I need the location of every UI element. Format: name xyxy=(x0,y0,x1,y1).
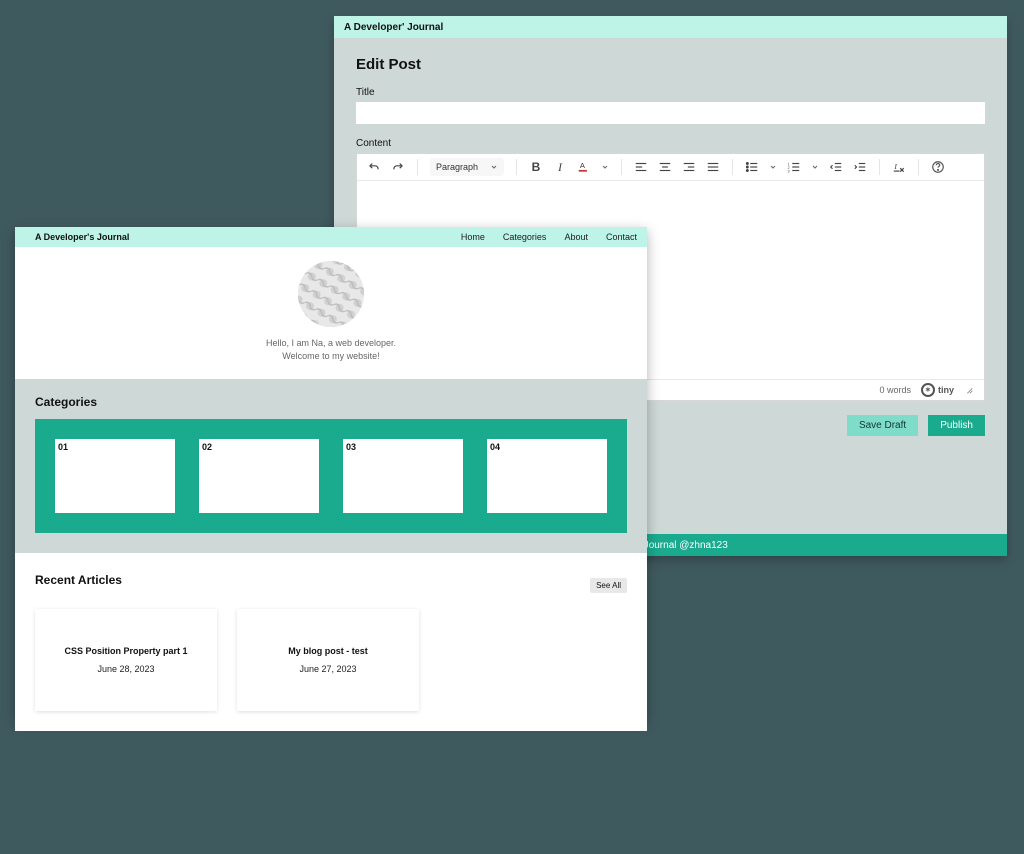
toolbar-separator xyxy=(879,159,880,175)
indent-icon[interactable] xyxy=(853,160,867,174)
edit-footer-text: 's Journal @zhna123 xyxy=(634,540,728,551)
tiny-logo: ✶ tiny xyxy=(921,383,954,397)
edit-titlebar-text: A Developer' Journal xyxy=(344,22,443,33)
edit-titlebar: A Developer' Journal xyxy=(334,16,1007,38)
resize-handle-icon[interactable] xyxy=(964,385,974,395)
blog-header: A Developer's Journal Home Categories Ab… xyxy=(15,227,647,247)
categories-section: Categories 01 02 03 04 xyxy=(15,379,647,553)
paragraph-select-label: Paragraph xyxy=(436,162,478,172)
hero-section: Hello, I am Na, a web developer. Welcome… xyxy=(15,247,647,379)
bold-icon[interactable]: B xyxy=(529,160,543,174)
categories-strip: 01 02 03 04 xyxy=(35,419,627,533)
toolbar-separator xyxy=(732,159,733,175)
article-title: CSS Position Property part 1 xyxy=(64,646,187,656)
recent-articles-heading: Recent Articles xyxy=(35,573,122,587)
article-date: June 28, 2023 xyxy=(97,664,154,674)
category-card[interactable]: 02 xyxy=(199,439,319,513)
undo-icon[interactable] xyxy=(367,160,381,174)
align-center-icon[interactable] xyxy=(658,160,672,174)
editor-toolbar: Paragraph B I A xyxy=(357,154,984,181)
title-input[interactable] xyxy=(356,102,985,124)
chevron-down-icon[interactable] xyxy=(769,163,777,171)
article-card[interactable]: CSS Position Property part 1 June 28, 20… xyxy=(35,609,217,711)
svg-text:I: I xyxy=(893,162,897,171)
category-card[interactable]: 03 xyxy=(343,439,463,513)
category-number: 03 xyxy=(346,442,356,452)
see-all-button[interactable]: See All xyxy=(590,578,627,593)
save-draft-button[interactable]: Save Draft xyxy=(847,415,918,436)
avatar xyxy=(298,261,364,327)
blog-homepage-window: A Developer's Journal Home Categories Ab… xyxy=(15,227,647,721)
content-label: Content xyxy=(356,138,985,149)
svg-text:A: A xyxy=(580,161,586,170)
bullet-list-icon[interactable] xyxy=(745,160,759,174)
hero-line-2: Welcome to my website! xyxy=(266,350,396,363)
hero-line-1: Hello, I am Na, a web developer. xyxy=(266,337,396,350)
category-card[interactable]: 01 xyxy=(55,439,175,513)
edit-heading: Edit Post xyxy=(356,56,985,73)
chevron-down-icon[interactable] xyxy=(601,163,609,171)
blog-brand: A Developer's Journal xyxy=(35,232,129,242)
redo-icon[interactable] xyxy=(391,160,405,174)
clear-formatting-icon[interactable]: I xyxy=(892,160,906,174)
publish-button[interactable]: Publish xyxy=(928,415,985,436)
text-color-icon[interactable]: A xyxy=(577,160,591,174)
tiny-logo-text: tiny xyxy=(938,385,954,395)
nav-contact[interactable]: Contact xyxy=(606,232,637,242)
svg-text:3: 3 xyxy=(788,169,790,173)
categories-heading: Categories xyxy=(35,395,627,409)
article-title: My blog post - test xyxy=(288,646,368,656)
align-right-icon[interactable] xyxy=(682,160,696,174)
nav-categories[interactable]: Categories xyxy=(503,232,547,242)
hero-text: Hello, I am Na, a web developer. Welcome… xyxy=(266,337,396,363)
align-left-icon[interactable] xyxy=(634,160,648,174)
tiny-logo-icon: ✶ xyxy=(921,383,935,397)
help-icon[interactable] xyxy=(931,160,945,174)
recent-articles-section: Recent Articles See All CSS Position Pro… xyxy=(15,553,647,731)
category-number: 02 xyxy=(202,442,212,452)
blog-nav: Home Categories About Contact xyxy=(461,232,637,242)
category-card[interactable]: 04 xyxy=(487,439,607,513)
word-count: 0 words xyxy=(879,385,911,395)
align-justify-icon[interactable] xyxy=(706,160,720,174)
toolbar-separator xyxy=(918,159,919,175)
article-card[interactable]: My blog post - test June 27, 2023 xyxy=(237,609,419,711)
nav-home[interactable]: Home xyxy=(461,232,485,242)
category-number: 04 xyxy=(490,442,500,452)
numbered-list-icon[interactable]: 123 xyxy=(787,160,801,174)
toolbar-separator xyxy=(621,159,622,175)
toolbar-separator xyxy=(516,159,517,175)
article-date: June 27, 2023 xyxy=(299,664,356,674)
title-label: Title xyxy=(356,87,985,98)
nav-about[interactable]: About xyxy=(564,232,588,242)
toolbar-separator xyxy=(417,159,418,175)
italic-icon[interactable]: I xyxy=(553,160,567,174)
outdent-icon[interactable] xyxy=(829,160,843,174)
paragraph-select[interactable]: Paragraph xyxy=(430,158,504,176)
chevron-down-icon xyxy=(490,163,498,171)
chevron-down-icon[interactable] xyxy=(811,163,819,171)
category-number: 01 xyxy=(58,442,68,452)
